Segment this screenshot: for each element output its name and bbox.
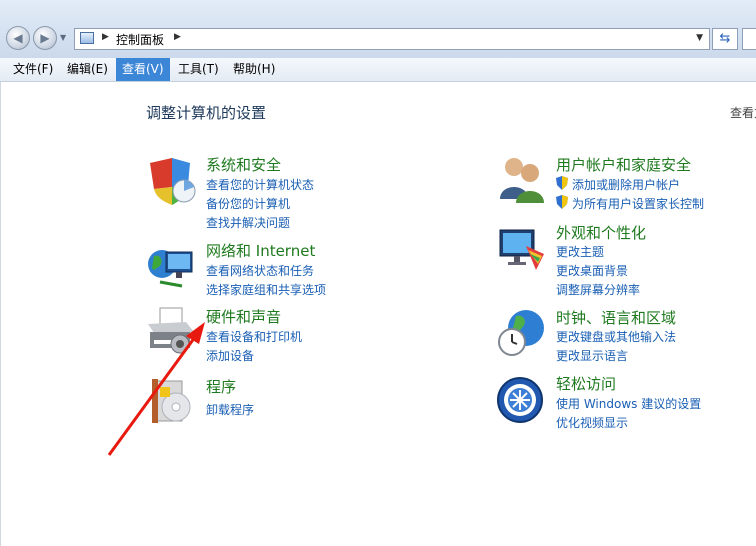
control-panel-icon [80, 32, 94, 44]
menu-file[interactable]: 文件(F) [7, 58, 59, 81]
view-by-label[interactable]: 查看方 [730, 104, 756, 121]
refresh-icon: ⇆ [719, 31, 731, 46]
breadcrumb-arrow-icon[interactable]: ▶ [102, 32, 109, 42]
recent-pages-chevron-icon[interactable]: ▼ [60, 33, 66, 42]
ease-of-access-icon[interactable] [496, 374, 548, 426]
link-devices-printers[interactable]: 查看设备和打印机 [206, 328, 302, 345]
category-system-security[interactable]: 系统和安全 [206, 154, 281, 175]
address-dropdown-icon[interactable]: ▼ [696, 33, 703, 43]
page-title: 调整计算机的设置 [146, 104, 267, 122]
programs-icon[interactable] [146, 375, 198, 427]
uac-shield-icon [556, 176, 568, 190]
category-clock-language-region[interactable]: 时钟、语言和区域 [556, 307, 676, 328]
category-appearance[interactable]: 外观和个性化 [556, 222, 646, 243]
category-programs[interactable]: 程序 [206, 376, 236, 397]
forward-arrow-icon: ▶ [40, 31, 50, 45]
network-icon[interactable] [146, 242, 198, 294]
link-backup-computer[interactable]: 备份您的计算机 [206, 195, 290, 212]
link-view-computer-status[interactable]: 查看您的计算机状态 [206, 176, 314, 193]
menu-bar: 文件(F) 编辑(E) 查看(V) 工具(T) 帮助(H) [0, 58, 756, 82]
category-user-accounts[interactable]: 用户帐户和家庭安全 [556, 154, 691, 175]
menu-view[interactable]: 查看(V) [116, 58, 170, 81]
link-uninstall-program[interactable]: 卸载程序 [206, 401, 254, 418]
address-toolbar: ◀ ▶ ▼ ▶ 控制面板 ▶ ▼ ⇆ [0, 0, 756, 58]
printer-icon[interactable] [146, 306, 198, 358]
forward-button[interactable]: ▶ [33, 26, 57, 50]
link-display-language[interactable]: 更改显示语言 [556, 347, 628, 364]
menu-help[interactable]: 帮助(H) [227, 58, 281, 81]
link-change-keyboard[interactable]: 更改键盘或其他输入法 [556, 328, 676, 345]
link-windows-recommended-settings[interactable]: 使用 Windows 建议的设置 [556, 395, 701, 412]
link-screen-resolution[interactable]: 调整屏幕分辨率 [556, 281, 640, 298]
link-view-network-status[interactable]: 查看网络状态和任务 [206, 262, 314, 279]
link-change-theme[interactable]: 更改主题 [556, 243, 604, 260]
category-network-internet[interactable]: 网络和 Internet [206, 240, 315, 261]
link-optimize-visual-display[interactable]: 优化视频显示 [556, 414, 628, 431]
refresh-button[interactable]: ⇆ [712, 28, 738, 50]
address-field[interactable]: ▶ 控制面板 ▶ ▼ [74, 28, 710, 50]
appearance-icon[interactable] [496, 224, 548, 276]
menu-tools[interactable]: 工具(T) [172, 58, 225, 81]
search-input[interactable] [742, 28, 756, 50]
system-security-icon[interactable] [146, 155, 198, 207]
link-parental-controls[interactable]: 为所有用户设置家长控制 [572, 195, 704, 212]
link-change-background[interactable]: 更改桌面背景 [556, 262, 628, 279]
clock-globe-icon[interactable] [496, 306, 548, 358]
back-arrow-icon: ◀ [13, 31, 23, 45]
link-add-remove-accounts[interactable]: 添加或删除用户帐户 [572, 176, 680, 193]
users-icon[interactable] [496, 155, 548, 207]
link-troubleshoot[interactable]: 查找并解决问题 [206, 214, 290, 231]
link-homegroup-sharing[interactable]: 选择家庭组和共享选项 [206, 281, 326, 298]
back-button[interactable]: ◀ [6, 26, 30, 50]
uac-shield-icon [556, 195, 568, 209]
category-hardware-sound[interactable]: 硬件和声音 [206, 306, 281, 327]
menu-edit[interactable]: 编辑(E) [61, 58, 114, 81]
breadcrumb-control-panel[interactable]: 控制面板 [116, 31, 164, 48]
category-ease-of-access[interactable]: 轻松访问 [556, 373, 616, 394]
breadcrumb-arrow-icon[interactable]: ▶ [174, 32, 181, 42]
link-add-device[interactable]: 添加设备 [206, 347, 254, 364]
